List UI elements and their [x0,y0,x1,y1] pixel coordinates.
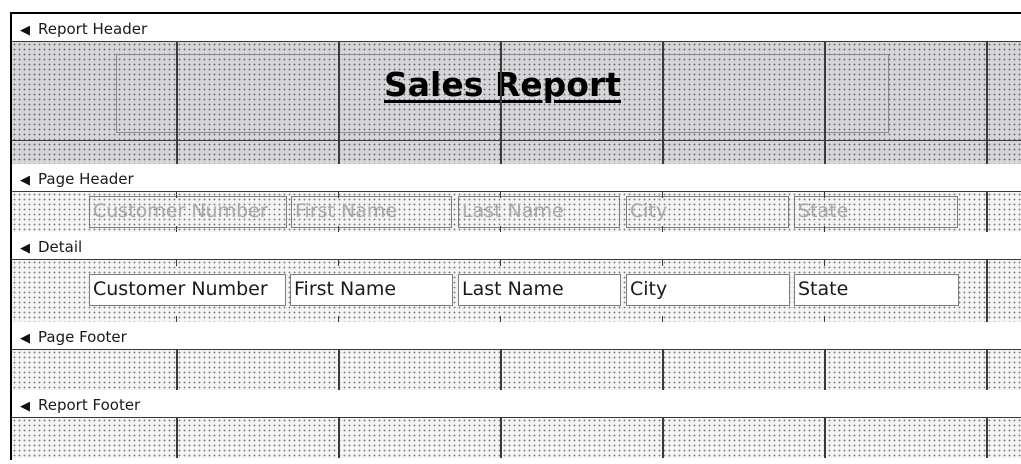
report-header-bar[interactable]: ◀ Report Header [12,14,1021,42]
grid-line [824,418,826,458]
grid-tick [662,260,663,266]
grid-line [986,192,988,232]
label-last-name[interactable]: Last Name [458,196,620,228]
grid-line [500,418,502,458]
grid-line [986,42,988,164]
grid-tick [500,192,501,198]
title-label-box[interactable]: Sales Report [116,54,889,133]
grid-line [176,350,178,390]
grid-line [176,42,178,164]
grid-tick [662,192,663,198]
grid-line [338,350,340,390]
grid-line [662,42,664,164]
grid-line [662,350,664,390]
grid-line [338,418,340,458]
grid-tick [176,192,177,198]
page-header-section[interactable]: Customer Number First Name Last Name Cit… [12,192,1021,232]
grid-tick [500,260,501,266]
section-label: Report Header [38,20,148,38]
report-title[interactable]: Sales Report [117,65,888,104]
grid-line [338,42,340,164]
grid-line [500,42,502,164]
label-state[interactable]: State [794,196,958,228]
grid-tick [176,260,177,266]
grid-line [986,418,988,458]
grid-line [662,418,664,458]
label-first-name[interactable]: First Name [291,196,452,228]
grid-line [986,260,988,322]
field-city[interactable]: City [626,274,790,306]
report-footer-section[interactable] [12,418,1021,458]
grid-line [12,140,1021,141]
grid-line [500,350,502,390]
section-label: Detail [38,238,83,256]
grid-tick [824,260,825,266]
section-label: Report Footer [38,396,141,414]
report-header-section[interactable]: Sales Report [12,42,1021,164]
field-customer-number[interactable]: Customer Number [89,274,286,306]
grid-tick [824,192,825,198]
field-last-name[interactable]: Last Name [458,274,621,306]
field-first-name[interactable]: First Name [290,274,453,306]
section-label: Page Header [38,170,134,188]
label-city[interactable]: City [626,196,789,228]
report-footer-bar[interactable]: ◀ Report Footer [12,390,1021,418]
grid-line [986,350,988,390]
page-header-bar[interactable]: ◀ Page Header [12,164,1021,192]
field-state[interactable]: State [794,274,959,306]
page-footer-section[interactable] [12,350,1021,390]
label-customer-number[interactable]: Customer Number [89,196,287,228]
grid-line [824,42,826,164]
section-label: Page Footer [38,328,127,346]
page-footer-bar[interactable]: ◀ Page Footer [12,322,1021,350]
report-design-surface[interactable]: ◀ Report Header Sales Report ◀ Page Header… [10,12,1021,460]
grid-tick [338,260,339,266]
grid-tick [338,192,339,198]
grid-line [176,418,178,458]
detail-bar[interactable]: ◀ Detail [12,232,1021,260]
detail-section[interactable]: Customer Number First Name Last Name Cit… [12,260,1021,322]
grid-line [824,350,826,390]
